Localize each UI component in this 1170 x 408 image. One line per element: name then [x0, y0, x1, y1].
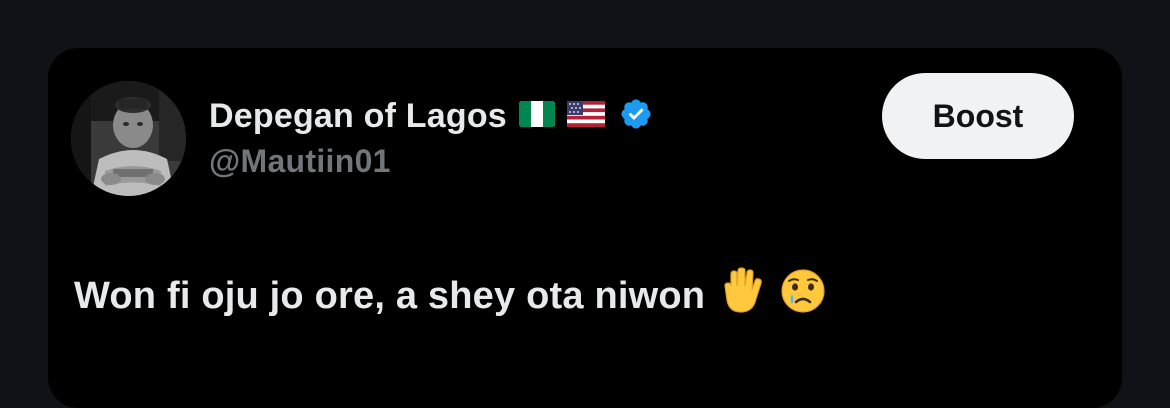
usa-flag-icon: [566, 100, 605, 132]
author-display-name[interactable]: Depegan of Lagos: [209, 97, 507, 136]
raised-hand-icon: [717, 266, 767, 326]
avatar[interactable]: [71, 81, 186, 196]
post-card: Depegan of Lagos @Mautiin01 Boost Won fi…: [48, 48, 1122, 408]
nigeria-flag-icon: [518, 100, 555, 132]
boost-button[interactable]: Boost: [882, 73, 1074, 159]
author-handle[interactable]: @Mautiin01: [209, 143, 391, 180]
crying-face-icon: [779, 267, 827, 325]
avatar-photo: [71, 81, 186, 196]
post-text: Won fi oju jo ore, a shey ota niwon: [74, 274, 706, 317]
post-body: Won fi oju jo ore, a shey ota niwon: [74, 266, 827, 326]
author-name-row: Depegan of Lagos: [209, 94, 653, 138]
verified-badge-icon[interactable]: [619, 97, 653, 136]
